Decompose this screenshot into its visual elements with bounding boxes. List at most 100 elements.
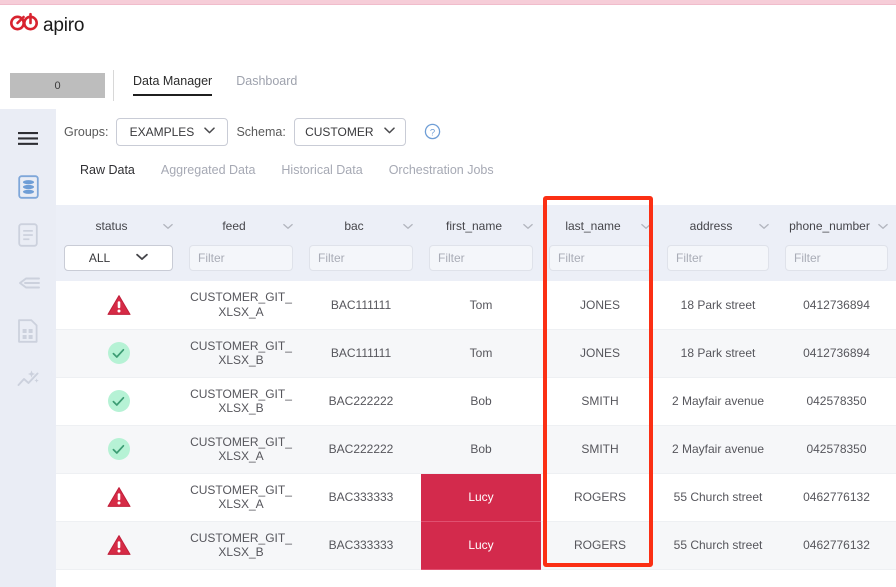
cell-bac[interactable]: BAC222222: [301, 425, 421, 474]
groups-select[interactable]: EXAMPLES: [116, 117, 229, 146]
table-row[interactable]: CUSTOMER_GIT_XLSX_A BAC111111 Tom JONES 18 P…: [56, 281, 896, 330]
cell-last_name[interactable]: SMITH: [541, 425, 659, 474]
hamburger-menu-icon: [18, 131, 38, 151]
chevron-down-icon: [136, 253, 148, 264]
cell-bac[interactable]: BAC333333: [301, 473, 421, 522]
column-header-label: status: [95, 219, 128, 234]
rail-item-documents[interactable]: [0, 213, 56, 261]
cell-feed[interactable]: CUSTOMER_GIT_XLSX_B: [181, 377, 301, 426]
document-icon: [18, 222, 38, 252]
cell-phone_number[interactable]: 0462776132: [777, 473, 896, 522]
cell-address[interactable]: 55 Church street: [659, 473, 777, 522]
cell-feed[interactable]: CUSTOMER_GIT_XLSX_A: [181, 281, 301, 330]
table-row[interactable]: CUSTOMER_GIT_XLSX_B BAC222222 Bob SMITH 2 Ma…: [56, 377, 896, 426]
schema-select[interactable]: CUSTOMER: [293, 117, 406, 146]
chevron-down-icon[interactable]: [878, 222, 888, 232]
filter-input-phone_number[interactable]: [785, 245, 888, 271]
filter-input-bac[interactable]: [309, 245, 413, 271]
cell-address[interactable]: 18 Park street: [659, 329, 777, 378]
app-root: apiro 0 Data Manager Dashboard Groups: E…: [0, 0, 896, 587]
cell-bac[interactable]: BAC111111: [301, 281, 421, 330]
subtab-historical-data[interactable]: Historical Data: [281, 163, 362, 177]
cell-first_name[interactable]: Tom: [421, 329, 541, 378]
counter-box[interactable]: 0: [10, 73, 105, 98]
column-header-label: first_name: [445, 219, 503, 234]
filter-input-last_name[interactable]: [549, 245, 651, 271]
table-body: CUSTOMER_GIT_XLSX_A BAC111111 Tom JONES 18 P…: [56, 281, 896, 570]
tab-data-manager[interactable]: Data Manager: [133, 74, 213, 96]
cell-feed[interactable]: CUSTOMER_GIT_XLSX_B: [181, 329, 301, 378]
filter-input-feed[interactable]: [189, 245, 293, 271]
subtab-aggregated-data[interactable]: Aggregated Data: [161, 163, 256, 177]
filter-cell-phone_number: [777, 245, 896, 281]
column-header-feed[interactable]: feed: [181, 205, 301, 245]
cell-first_name[interactable]: Tom: [421, 281, 541, 330]
cell-address[interactable]: 55 Church street: [659, 521, 777, 570]
table-row[interactable]: CUSTOMER_GIT_XLSX_B BAC333333 Lucy ROGERS 55…: [56, 521, 896, 570]
status-ok-icon: [64, 342, 173, 364]
cell-last_name[interactable]: JONES: [541, 329, 659, 378]
cell-phone_number[interactable]: 042578350: [777, 377, 896, 426]
rail-item-menu[interactable]: [0, 117, 56, 165]
schema-label: Schema:: [236, 124, 286, 139]
rail-item-reports[interactable]: [0, 309, 56, 357]
cell-first_name[interactable]: Bob: [421, 425, 541, 474]
column-header-status[interactable]: status: [56, 205, 181, 245]
cell-feed[interactable]: CUSTOMER_GIT_XLSX_B: [181, 521, 301, 570]
table-row[interactable]: CUSTOMER_GIT_XLSX_A BAC222222 Bob SMITH 2 Ma…: [56, 425, 896, 474]
apiro-logo[interactable]: apiro: [9, 11, 84, 35]
cell-status: [56, 329, 181, 378]
cell-status: [56, 281, 181, 330]
cell-feed[interactable]: CUSTOMER_GIT_XLSX_A: [181, 425, 301, 474]
groups-schema-bar: Groups: EXAMPLES Schema: CUSTOMER ?: [56, 109, 896, 154]
cell-first_name[interactable]: Lucy: [421, 473, 541, 522]
chevron-down-icon[interactable]: [759, 222, 769, 232]
flow-merge-icon: [16, 274, 40, 297]
cell-last_name[interactable]: SMITH: [541, 377, 659, 426]
cell-phone_number[interactable]: 0462776132: [777, 521, 896, 570]
cell-address[interactable]: 18 Park street: [659, 281, 777, 330]
cell-phone_number[interactable]: 042578350: [777, 425, 896, 474]
subtab-orchestration-jobs[interactable]: Orchestration Jobs: [389, 163, 494, 177]
cell-phone_number[interactable]: 0412736894: [777, 329, 896, 378]
chevron-down-icon[interactable]: [163, 222, 173, 232]
cell-bac[interactable]: BAC333333: [301, 521, 421, 570]
column-header-bac[interactable]: bac: [301, 205, 421, 245]
rail-item-data[interactable]: [0, 165, 56, 213]
cell-first_name[interactable]: Bob: [421, 377, 541, 426]
column-header-first_name[interactable]: first_name: [421, 205, 541, 245]
cell-first_name[interactable]: Lucy: [421, 521, 541, 570]
cell-last_name[interactable]: JONES: [541, 281, 659, 330]
column-header-last_name[interactable]: last_name: [541, 205, 659, 245]
table-row[interactable]: CUSTOMER_GIT_XLSX_A BAC333333 Lucy ROGERS 55…: [56, 473, 896, 522]
column-header-label: bac: [344, 219, 364, 234]
filter-cell-bac: [301, 245, 421, 281]
column-header-address[interactable]: address: [659, 205, 777, 245]
question-circle-icon[interactable]: ?: [424, 123, 441, 140]
table-row[interactable]: CUSTOMER_GIT_XLSX_B BAC111111 Tom JONES 18 P…: [56, 329, 896, 378]
cell-last_name[interactable]: ROGERS: [541, 521, 659, 570]
cell-feed[interactable]: CUSTOMER_GIT_XLSX_A: [181, 473, 301, 522]
filter-input-address[interactable]: [667, 245, 769, 271]
groups-label: Groups:: [64, 124, 109, 139]
cell-status: [56, 425, 181, 474]
filter-cell-address: [659, 245, 777, 281]
subtab-raw-data[interactable]: Raw Data: [80, 163, 135, 177]
cell-bac[interactable]: BAC111111: [301, 329, 421, 378]
cell-last_name[interactable]: ROGERS: [541, 473, 659, 522]
cell-address[interactable]: 2 Mayfair avenue: [659, 377, 777, 426]
tab-dashboard[interactable]: Dashboard: [236, 74, 297, 94]
primary-nav-row: 0 Data Manager Dashboard: [0, 63, 896, 109]
cell-bac[interactable]: BAC222222: [301, 377, 421, 426]
chevron-down-icon[interactable]: [641, 222, 651, 232]
filter-select-status[interactable]: ALL: [64, 245, 173, 271]
column-header-phone_number[interactable]: phone_number: [777, 205, 896, 245]
cell-phone_number[interactable]: 0412736894: [777, 281, 896, 330]
chevron-down-icon[interactable]: [403, 222, 413, 232]
cell-address[interactable]: 2 Mayfair avenue: [659, 425, 777, 474]
rail-item-pipelines[interactable]: [0, 261, 56, 309]
chevron-down-icon[interactable]: [523, 222, 533, 232]
rail-item-insights[interactable]: [0, 357, 56, 405]
chevron-down-icon[interactable]: [283, 222, 293, 232]
filter-input-first_name[interactable]: [429, 245, 533, 271]
